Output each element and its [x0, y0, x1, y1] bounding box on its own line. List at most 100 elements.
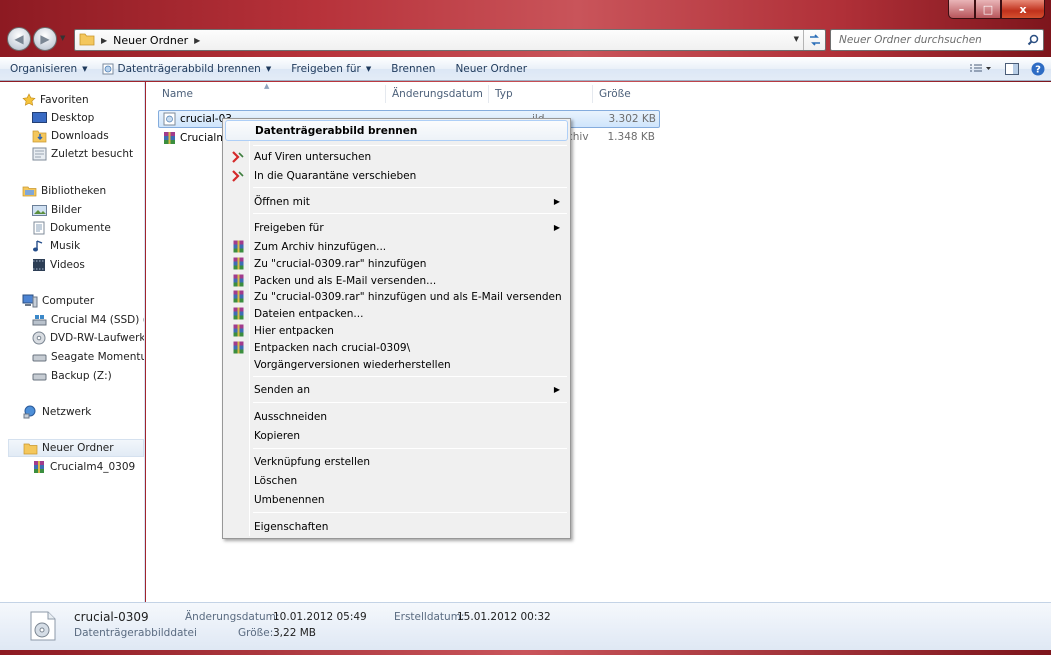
menu-item-label: Freigeben für [254, 221, 324, 234]
nav-item-current-folder[interactable]: Neuer Ordner [8, 439, 144, 457]
menu-item-open-with[interactable]: Öffnen mit ▶ [225, 193, 568, 210]
menu-item-add-rar[interactable]: Zu "crucial-0309.rar" hinzufügen [225, 255, 568, 272]
search-box[interactable]: Neuer Ordner durchsuchen [830, 29, 1044, 51]
menu-item-extract-files[interactable]: Dateien entpacken... [225, 305, 568, 322]
column-header-date[interactable]: Änderungsdatum [386, 85, 489, 103]
burn-label: Brennen [391, 63, 436, 75]
nav-network-label: Netzwerk [42, 406, 92, 418]
nav-item-seagate[interactable]: Seagate Momentus [32, 348, 144, 366]
file-size: 3.302 KB [608, 113, 657, 125]
column-header-label: Änderungsdatum [392, 88, 483, 100]
maximize-icon: □ [982, 2, 994, 16]
nav-item-backup[interactable]: Backup (Z:) [32, 367, 112, 385]
menu-item-add-rar-email[interactable]: Zu "crucial-0309.rar" hinzufügen und als… [225, 288, 568, 305]
hard-drive-icon [32, 351, 47, 363]
file-size: 1.348 KB [607, 131, 656, 143]
menu-item-cut[interactable]: Ausschneiden [225, 408, 568, 425]
dvd-drive-icon [32, 331, 46, 345]
nav-item-videos[interactable]: Videos [32, 256, 85, 274]
menu-item-label: Eigenschaften [254, 520, 329, 533]
menu-item-label: Verknüpfung erstellen [254, 455, 370, 468]
nav-computer[interactable]: Computer [22, 292, 94, 310]
back-button[interactable]: ◀ [7, 27, 31, 51]
menu-item-restore-versions[interactable]: Vorgängerversionen wiederherstellen [225, 356, 568, 373]
nav-item-recent[interactable]: Zuletzt besucht [32, 145, 133, 163]
nav-favorites[interactable]: Favoriten [22, 91, 89, 109]
nav-item-archive[interactable]: Crucialm4_0309 [32, 458, 135, 476]
menu-item-add-archive[interactable]: Zum Archiv hinzufügen... [225, 238, 568, 255]
nav-item-label: Musik [50, 240, 81, 252]
close-icon: x [1019, 2, 1027, 16]
column-header-label: Typ [495, 88, 513, 100]
menu-item-extract-to[interactable]: Entpacken nach crucial-0309\ [225, 339, 568, 356]
menu-item-rename[interactable]: Umbenennen [225, 491, 568, 508]
breadcrumb-separator-icon[interactable]: ▶ [101, 36, 107, 45]
recent-places-icon [32, 147, 47, 161]
burn-button[interactable]: Brennen [381, 58, 445, 80]
menu-item-scan-viruses[interactable]: Auf Viren untersuchen [225, 148, 568, 165]
libraries-icon [22, 184, 37, 198]
column-header-size[interactable]: Größe [593, 85, 663, 103]
svg-text:?: ? [1035, 65, 1041, 76]
nav-libraries[interactable]: Bibliotheken [22, 182, 106, 200]
menu-item-delete[interactable]: Löschen [225, 472, 568, 489]
maximize-button[interactable]: □ [975, 0, 1001, 19]
menu-item-properties[interactable]: Eigenschaften [225, 518, 568, 535]
menu-item-burn-image[interactable]: Datenträgerabbild brennen [225, 120, 568, 141]
nav-item-documents[interactable]: Dokumente [32, 219, 111, 237]
sort-indicator-icon: ▲ [264, 82, 270, 90]
menu-item-quarantine[interactable]: In die Quarantäne verschieben [225, 167, 568, 184]
menu-item-label: Umbenennen [254, 493, 325, 506]
breadcrumb-separator-icon[interactable]: ▶ [194, 36, 200, 45]
winrar-icon [230, 323, 246, 338]
burn-image-button[interactable]: Datenträgerabbild brennen ▼ [98, 58, 282, 80]
minimize-button[interactable]: – [948, 0, 975, 19]
menu-item-create-shortcut[interactable]: Verknüpfung erstellen [225, 453, 568, 470]
breadcrumb-item[interactable]: Neuer Ordner [113, 34, 188, 47]
nav-item-dvd[interactable]: DVD-RW-Laufwerk ( [32, 329, 145, 347]
menu-item-share-with[interactable]: Freigeben für ▶ [225, 219, 568, 236]
close-button[interactable]: x [1001, 0, 1045, 19]
search-icon[interactable] [1023, 34, 1043, 46]
nav-item-downloads[interactable]: Downloads [32, 127, 109, 145]
winrar-icon [163, 131, 176, 145]
share-with-menu[interactable]: Freigeben für ▼ [281, 58, 381, 80]
help-button[interactable]: ? [1025, 62, 1051, 76]
nav-item-music[interactable]: Musik [32, 237, 80, 255]
nav-network[interactable]: Netzwerk [22, 403, 91, 421]
detail-size-value: 3,22 MB [273, 627, 316, 639]
menu-item-copy[interactable]: Kopieren [225, 427, 568, 444]
organize-menu[interactable]: Organisieren ▼ [0, 58, 98, 80]
search-input[interactable]: Neuer Ordner durchsuchen [839, 34, 1023, 46]
menu-item-send-to[interactable]: Senden an ▶ [225, 381, 568, 398]
nav-item-label: Crucialm4_0309 [50, 461, 136, 473]
column-header-name[interactable]: Name [156, 85, 386, 103]
organize-label: Organisieren [10, 63, 78, 75]
detail-created-value: 15.01.2012 00:32 [457, 611, 551, 623]
nav-item-desktop[interactable]: Desktop [32, 109, 94, 127]
videos-icon [32, 258, 46, 272]
menu-item-label: Zum Archiv hinzufügen... [254, 240, 387, 253]
address-bar[interactable]: ▶ Neuer Ordner ▶ ▼ [74, 29, 826, 51]
nav-item-label: Bilder [51, 204, 82, 216]
column-header-label: Größe [599, 88, 631, 100]
menu-separator [253, 213, 567, 214]
nav-item-label: DVD-RW-Laufwerk ( [50, 332, 145, 344]
menu-item-pack-email[interactable]: Packen und als E-Mail versenden... [225, 272, 568, 289]
column-header-type[interactable]: Typ [489, 85, 593, 103]
chevron-down-icon: ▼ [365, 65, 372, 73]
refresh-button[interactable] [803, 30, 825, 50]
recent-pages-dropdown[interactable]: ▼ [60, 34, 65, 42]
new-folder-button[interactable]: Neuer Ordner [445, 58, 537, 80]
view-options-button[interactable] [961, 64, 999, 74]
nav-item-pictures[interactable]: Bilder [32, 201, 81, 219]
nav-item-drive-c[interactable]: Crucial M4 (SSD) (C: [32, 311, 144, 329]
forward-button[interactable]: ▶ [33, 27, 57, 51]
music-icon [32, 239, 46, 253]
preview-pane-button[interactable] [999, 63, 1025, 75]
winrar-icon [230, 239, 246, 254]
menu-separator [253, 402, 567, 403]
winrar-icon [32, 460, 46, 474]
menu-item-extract-here[interactable]: Hier entpacken [225, 322, 568, 339]
address-dropdown-icon[interactable]: ▼ [794, 35, 799, 43]
